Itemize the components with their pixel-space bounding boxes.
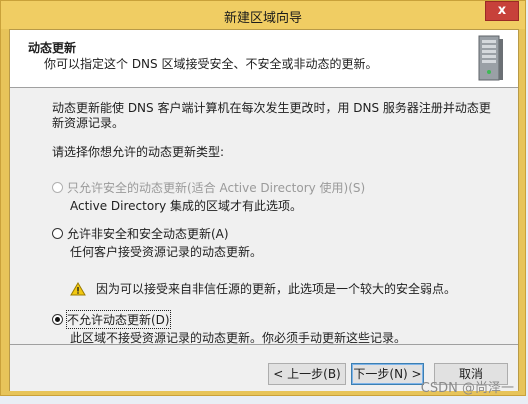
intro-text: 动态更新能使 DNS 客户端计算机在每次发生更改时，用 DNS 服务器注册并动态… xyxy=(52,101,491,130)
wizard-client-area: 动态更新 你可以指定这个 DNS 区域接受安全、不安全或非动态的更新。 动态更新… xyxy=(9,29,519,391)
page-title: 动态更新 xyxy=(28,41,77,55)
option-nonsecure-and-secure-description: 任何客户接受资源记录的动态更新。 xyxy=(70,245,263,259)
watermark-text: CSDN @尚泽一 xyxy=(420,381,514,396)
wizard-window: 新建区域向导 x 动态更新 你可以指定这个 DNS 区域接受安全、不安全或非动态… xyxy=(0,0,526,396)
back-button[interactable]: < 上一步(B) xyxy=(268,363,346,385)
warning-icon xyxy=(70,281,86,295)
page-subtitle: 你可以指定这个 DNS 区域接受安全、不安全或非动态的更新。 xyxy=(44,57,378,71)
option-secure-only: 只允许安全的动态更新(适合 Active Directory 使用)(S) xyxy=(52,179,365,196)
option-no-dynamic-updates-label[interactable]: 不允许动态更新(D) xyxy=(66,310,171,329)
option-secure-only-description: Active Directory 集成的区域才有此选项。 xyxy=(70,199,303,213)
close-button[interactable]: x xyxy=(485,1,519,21)
prompt-text: 请选择你想允许的动态更新类型: xyxy=(52,145,225,159)
radio-secure-only xyxy=(52,182,63,193)
next-button[interactable]: 下一步(N) > xyxy=(351,363,424,385)
radio-no-dynamic-updates[interactable] xyxy=(52,314,63,325)
option-nonsecure-and-secure-label[interactable]: 允许非安全和安全动态更新(A) xyxy=(67,225,229,242)
window-title: 新建区域向导 xyxy=(223,11,302,26)
option-no-dynamic-updates[interactable]: 不允许动态更新(D) xyxy=(52,310,171,329)
option-nonsecure-and-secure[interactable]: 允许非安全和安全动态更新(A) xyxy=(52,225,229,242)
security-warning: 因为可以接受来自非信任源的更新，此选项是一个较大的安全弱点。 xyxy=(70,280,456,297)
wizard-header: 动态更新 你可以指定这个 DNS 区域接受安全、不安全或非动态的更新。 xyxy=(10,30,518,88)
option-secure-only-label: 只允许安全的动态更新(适合 Active Directory 使用)(S) xyxy=(67,181,366,195)
server-icon xyxy=(478,35,503,81)
wizard-content: 动态更新能使 DNS 客户端计算机在每次发生更改时，用 DNS 服务器注册并动态… xyxy=(10,89,518,345)
warning-text: 因为可以接受来自非信任源的更新，此选项是一个较大的安全弱点。 xyxy=(96,282,457,296)
title-bar[interactable]: 新建区域向导 x xyxy=(1,1,525,29)
radio-nonsecure-and-secure[interactable] xyxy=(52,228,63,239)
